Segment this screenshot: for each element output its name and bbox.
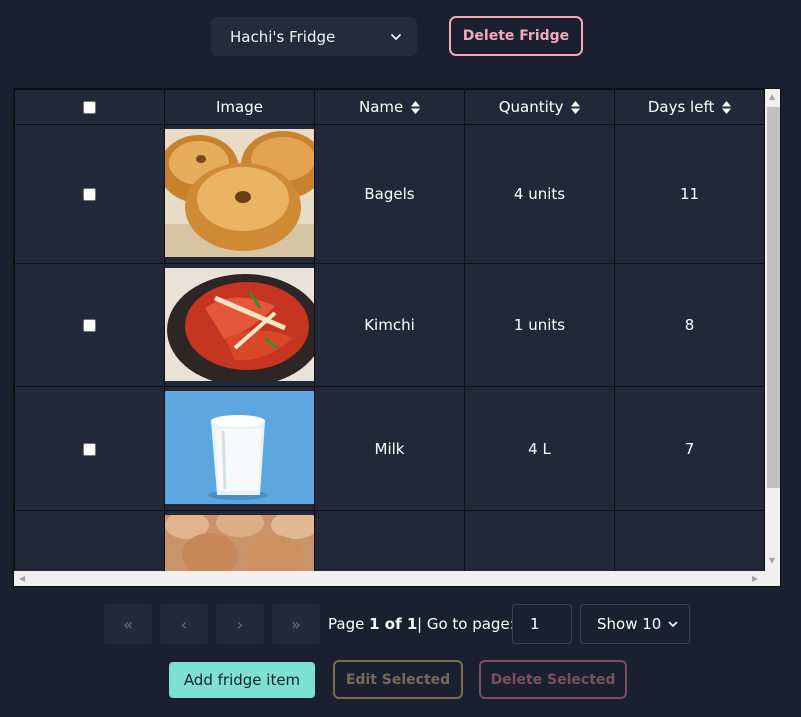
vertical-scrollbar-thumb[interactable]	[767, 107, 780, 488]
scroll-left-arrow-icon[interactable]: ◀	[19, 575, 25, 583]
scroll-up-arrow-icon[interactable]: ▲	[769, 93, 775, 101]
table-row: Bagels 4 units 11	[14, 124, 765, 264]
page-size-value: Show 10	[597, 615, 662, 633]
image-cell	[164, 263, 315, 387]
scroll-down-arrow-icon[interactable]: ▼	[769, 557, 775, 565]
item-days-left: 8	[614, 263, 765, 387]
sort-icon[interactable]	[722, 101, 732, 114]
item-quantity	[464, 510, 615, 571]
edit-selected-button[interactable]: Edit Selected	[333, 660, 463, 699]
table-row: Kimchi 1 units 8	[14, 263, 765, 387]
item-quantity: 1 units	[464, 263, 615, 387]
column-header-label: Days left	[647, 98, 715, 116]
row-checkbox[interactable]	[83, 188, 96, 201]
item-name: Bagels	[314, 124, 465, 264]
image-cell	[164, 386, 315, 511]
row-select-cell	[14, 124, 165, 264]
item-quantity: 4 L	[464, 386, 615, 511]
fridge-selector[interactable]: Hachi's Fridge	[211, 17, 417, 56]
row-select-cell	[14, 263, 165, 387]
page-indicator: Page 1 of 1	[328, 615, 417, 633]
row-select-cell	[14, 386, 165, 511]
column-header-label: Name	[358, 98, 404, 116]
image-cell	[164, 124, 315, 264]
image-cell	[164, 510, 315, 571]
column-header-quantity[interactable]: Quantity	[464, 89, 615, 125]
column-header-days-left[interactable]: Days left	[614, 89, 765, 125]
fridge-items-table: Image Name Quantity Days left Bagels 4 u…	[14, 89, 765, 571]
sort-icon[interactable]	[411, 101, 421, 114]
column-header-image: Image	[164, 89, 315, 125]
column-header-name[interactable]: Name	[314, 89, 465, 125]
vertical-scrollbar[interactable]: ▲ ▼	[765, 89, 780, 571]
last-page-button[interactable]: »	[272, 604, 320, 644]
row-select-cell	[14, 510, 165, 571]
table-row: Milk 4 L 7	[14, 386, 765, 511]
column-header-label: Quantity	[498, 98, 564, 116]
chevron-down-icon	[669, 621, 678, 627]
kimchi-photo	[165, 268, 314, 381]
select-all-checkbox[interactable]	[83, 101, 96, 114]
fridge-items-table-container: Image Name Quantity Days left Bagels 4 u…	[13, 88, 781, 587]
item-quantity: 4 units	[464, 124, 615, 264]
item-name	[314, 510, 465, 571]
fridge-selector-value: Hachi's Fridge	[230, 27, 336, 46]
item-days-left: 7	[614, 386, 765, 511]
goto-page-input[interactable]	[512, 604, 572, 644]
delete-fridge-button[interactable]: Delete Fridge	[449, 16, 583, 56]
page-current: 1 of 1	[369, 615, 418, 633]
page-prefix: Page	[328, 615, 365, 633]
table-header-row: Image Name Quantity Days left	[14, 89, 765, 125]
item-name: Milk	[314, 386, 465, 511]
delete-selected-button[interactable]: Delete Selected	[479, 660, 627, 699]
first-page-button[interactable]: «	[104, 604, 152, 644]
next-page-button[interactable]: ›	[216, 604, 264, 644]
bagels-photo	[165, 129, 314, 257]
item-name: Kimchi	[314, 263, 465, 387]
add-fridge-item-button[interactable]: Add fridge item	[169, 662, 315, 698]
previous-page-button[interactable]: ‹	[160, 604, 208, 644]
sort-icon[interactable]	[571, 101, 581, 114]
milk-photo	[165, 391, 314, 504]
horizontal-scrollbar[interactable]: ◀ ▶	[14, 571, 765, 586]
page-size-selector[interactable]: Show 10	[580, 604, 690, 644]
row-checkbox[interactable]	[83, 442, 96, 456]
goto-page-label: | Go to page:	[417, 615, 515, 633]
scroll-right-arrow-icon[interactable]: ▶	[752, 575, 758, 583]
chevron-down-icon	[391, 33, 401, 40]
table-viewport: Image Name Quantity Days left Bagels 4 u…	[14, 89, 765, 571]
item-days-left	[614, 510, 765, 571]
eggs-photo	[165, 515, 314, 571]
column-header-label: Image	[216, 98, 263, 116]
select-all-header	[14, 89, 165, 125]
row-checkbox[interactable]	[83, 319, 96, 332]
table-row	[14, 510, 765, 571]
item-days-left: 11	[614, 124, 765, 264]
